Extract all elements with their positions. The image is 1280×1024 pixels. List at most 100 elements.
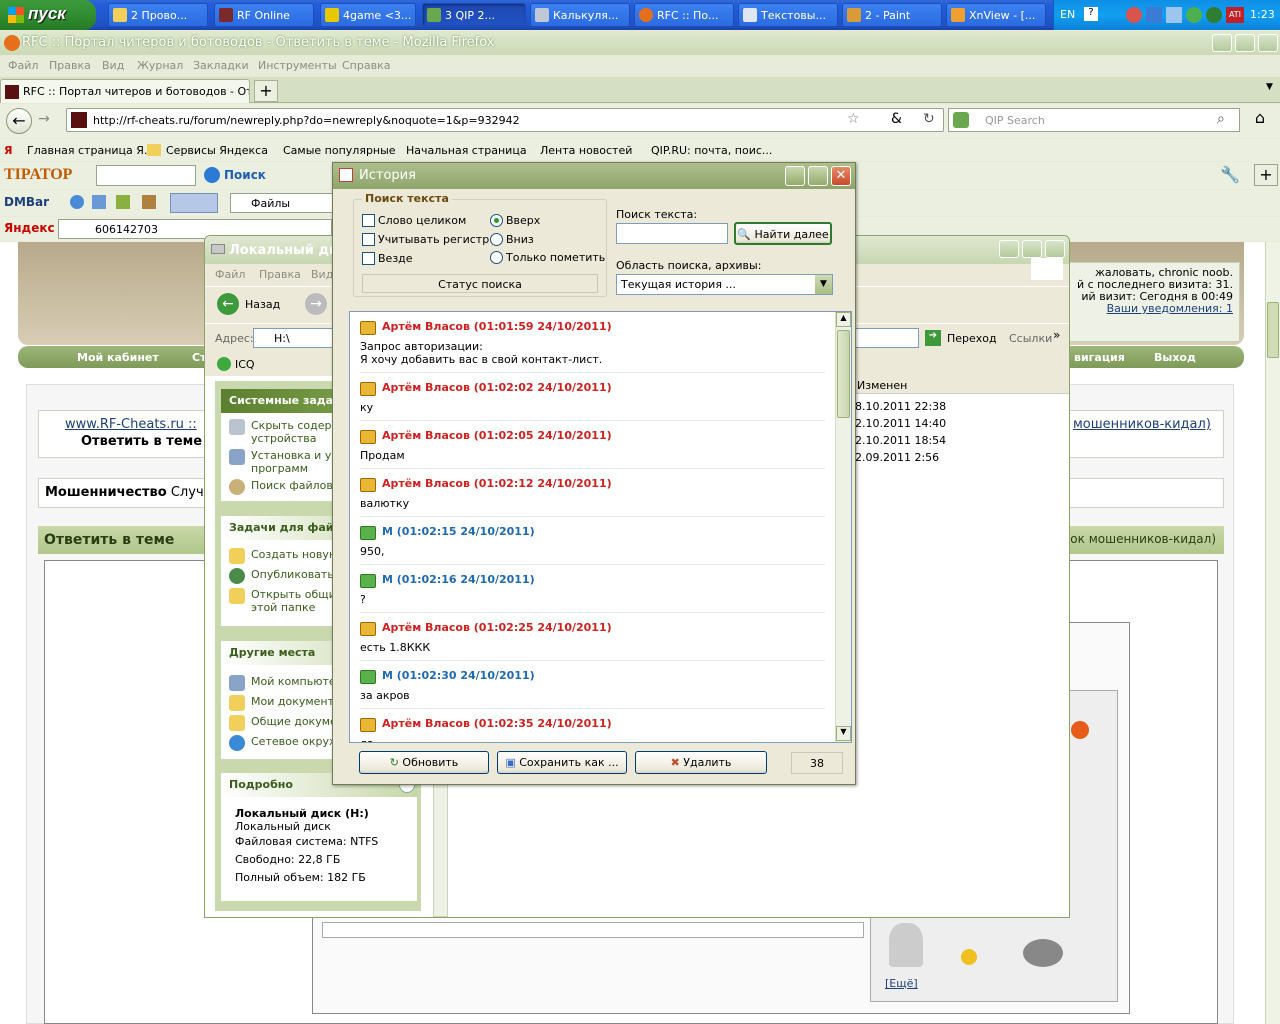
tab-rfc[interactable]: RFC :: Портал читеров и ботоводов - Отв.… bbox=[0, 79, 250, 103]
task-hide-contents-line2[interactable]: устройства bbox=[251, 432, 317, 445]
taskbar-item-text[interactable]: Текстовы... bbox=[738, 3, 838, 27]
place-my-computer[interactable]: Мой компьютер bbox=[251, 675, 343, 688]
explorer-back-button[interactable]: Назад bbox=[245, 298, 280, 311]
save-as-button[interactable]: ▣ Сохранить как ... bbox=[497, 751, 627, 774]
search-text-input[interactable] bbox=[616, 223, 728, 244]
add-button[interactable]: + bbox=[1254, 164, 1278, 186]
message-item[interactable]: М (01:02:15 24/10/2011) 950, bbox=[360, 525, 825, 565]
dmbar-icon[interactable] bbox=[92, 195, 106, 209]
nav-my-cabinet[interactable]: Мой кабинет bbox=[77, 351, 159, 364]
tirator-dropdown[interactable] bbox=[96, 165, 196, 186]
explorer-minimize-button[interactable] bbox=[999, 240, 1019, 258]
back-button[interactable]: ← bbox=[6, 108, 32, 134]
message-item[interactable]: М (01:02:30 24/10/2011) за акров bbox=[360, 669, 825, 709]
smiley-icon[interactable] bbox=[1023, 939, 1063, 967]
menu-bookmarks[interactable]: Закладки bbox=[193, 59, 249, 72]
dmbar-icon[interactable] bbox=[142, 195, 156, 209]
bookmark-qip[interactable]: QIP.RU: почта, поис... bbox=[651, 144, 772, 157]
bookmark-yandex-home[interactable]: Главная страница Я... bbox=[27, 144, 154, 157]
go-button[interactable]: Переход bbox=[947, 332, 997, 345]
qip-tray-icon[interactable] bbox=[1186, 7, 1202, 23]
search-area-select[interactable]: Текущая история ... ▼ bbox=[616, 274, 833, 295]
notifications-link[interactable]: Ваши уведомления: 1 bbox=[1061, 303, 1233, 315]
task-hide-contents[interactable]: Скрыть содерж bbox=[251, 419, 341, 432]
task-publish[interactable]: Опубликовать bbox=[251, 568, 334, 581]
taskbar-item-4game[interactable]: 4game <3... bbox=[320, 3, 416, 27]
whole-word-checkbox[interactable] bbox=[362, 214, 375, 227]
network-icon[interactable] bbox=[1166, 7, 1182, 23]
task-search-files[interactable]: Поиск файлов и bbox=[251, 479, 344, 492]
down-radio[interactable] bbox=[490, 233, 503, 246]
go-arrow-icon[interactable]: ➜ bbox=[925, 330, 941, 346]
place-shared-documents[interactable]: Общие докумен bbox=[251, 715, 344, 728]
back-arrow-icon[interactable]: ← bbox=[217, 293, 239, 315]
task-install-programs[interactable]: Установка и уд bbox=[251, 449, 339, 462]
start-button[interactable]: пуск bbox=[0, 0, 96, 30]
message-item[interactable]: Артём Власов (01:01:59 24/10/2011) Запрос… bbox=[360, 320, 825, 373]
smiley-icon[interactable] bbox=[961, 949, 977, 965]
message-list-scrollbar[interactable]: ▲ ▼ bbox=[835, 312, 851, 742]
breadcrumb-site-link[interactable]: www.RF-Cheats.ru :: bbox=[65, 417, 197, 432]
page-scrollbar[interactable] bbox=[1265, 242, 1280, 1024]
explorer-close-button[interactable] bbox=[1045, 240, 1065, 258]
menu-tools[interactable]: Инструменты bbox=[258, 59, 337, 72]
bookmark-popular[interactable]: Самые популярные bbox=[283, 144, 396, 157]
forward-arrow-icon[interactable]: → bbox=[305, 293, 327, 315]
language-indicator[interactable]: EN bbox=[1060, 8, 1075, 21]
message-item[interactable]: Артём Власов (01:02:25 24/10/2011) есть 1… bbox=[360, 621, 825, 661]
chevron-down-icon[interactable]: ▼ bbox=[815, 275, 832, 294]
explorer-menu-edit[interactable]: Правка bbox=[259, 268, 301, 281]
scroll-up-icon[interactable]: ▲ bbox=[836, 312, 851, 327]
find-next-button[interactable]: 🔍 Найти далее bbox=[734, 222, 832, 245]
menu-file[interactable]: Файл bbox=[8, 59, 38, 72]
place-network[interactable]: Сетевое окруж bbox=[251, 735, 339, 748]
menu-view[interactable]: Вид bbox=[102, 59, 124, 72]
bookmark-news-feed[interactable]: Лента новостей bbox=[540, 144, 632, 157]
dmbar-icon[interactable] bbox=[70, 195, 84, 209]
restore-button[interactable] bbox=[1235, 34, 1255, 52]
message-item[interactable]: М (01:02:16 24/10/2011)? bbox=[360, 573, 825, 613]
history-minimize-button[interactable] bbox=[785, 166, 805, 186]
task-share[interactable]: Открыть общий bbox=[251, 588, 343, 601]
history-close-button[interactable]: ✕ bbox=[831, 166, 851, 186]
dmbar-files[interactable]: Файлы bbox=[230, 193, 340, 213]
menu-history[interactable]: Журнал bbox=[137, 59, 183, 72]
forward-button[interactable]: → bbox=[34, 111, 54, 131]
smiley-icon[interactable] bbox=[889, 923, 923, 967]
close-button[interactable] bbox=[1258, 34, 1278, 52]
taskbar-item-firefox[interactable]: RFC :: По... bbox=[634, 3, 734, 27]
message-item[interactable]: Артём Власов (01:02:05 24/10/2011) Продам bbox=[360, 429, 825, 469]
task-share-line2[interactable]: этой папке bbox=[251, 601, 315, 614]
taskbar-item-rf-online[interactable]: RF Online bbox=[214, 3, 314, 27]
tab-list-chevron-icon[interactable]: ▼ bbox=[1266, 82, 1273, 92]
star-icon[interactable]: ☆ bbox=[847, 111, 860, 127]
refresh-button[interactable]: ↻ Обновить bbox=[359, 751, 489, 774]
ampersand-icon[interactable]: & bbox=[891, 111, 902, 127]
search-icon[interactable]: ⌕ bbox=[1217, 111, 1225, 127]
bookmark-start-page[interactable]: Начальная страница bbox=[406, 144, 527, 157]
shield-icon[interactable] bbox=[1146, 7, 1162, 23]
taskbar-item-qip[interactable]: 3 QIP 2... bbox=[422, 3, 526, 27]
links-label[interactable]: Ссылки bbox=[1009, 332, 1052, 345]
menu-edit[interactable]: Правка bbox=[49, 59, 91, 72]
wrench-icon[interactable]: 🔧 bbox=[1220, 165, 1240, 184]
place-my-documents[interactable]: Мои документы bbox=[251, 695, 343, 708]
explorer-menu-file[interactable]: Файл bbox=[215, 268, 245, 281]
task-install-programs-line2[interactable]: программ bbox=[251, 462, 308, 475]
smiley-icon[interactable] bbox=[1071, 721, 1089, 739]
reload-icon[interactable]: ↻ bbox=[923, 111, 935, 127]
scrollbar-thumb[interactable] bbox=[1267, 302, 1279, 358]
breadcrumb-right-link[interactable]: мошенников-кидал) bbox=[1073, 417, 1211, 432]
minimize-button[interactable] bbox=[1212, 34, 1232, 52]
message-item[interactable]: Артём Власов (01:02:35 24/10/2011) ла bbox=[360, 717, 825, 742]
up-radio[interactable] bbox=[490, 214, 503, 227]
help-icon[interactable]: ? bbox=[1084, 7, 1098, 21]
search-bar[interactable]: QIP Search ⌕ bbox=[948, 108, 1240, 132]
everywhere-checkbox[interactable] bbox=[362, 252, 375, 265]
taskbar-item-explorer[interactable]: 2 Прово... bbox=[108, 3, 208, 27]
chevron-right-icon[interactable]: » bbox=[1053, 328, 1060, 342]
delete-button[interactable]: ✖ Удалить bbox=[635, 751, 767, 774]
message-item[interactable]: Артём Власов (01:02:12 24/10/2011) валютк… bbox=[360, 477, 825, 517]
explorer-maximize-button[interactable] bbox=[1022, 240, 1042, 258]
scrollbar-thumb[interactable] bbox=[837, 330, 850, 418]
